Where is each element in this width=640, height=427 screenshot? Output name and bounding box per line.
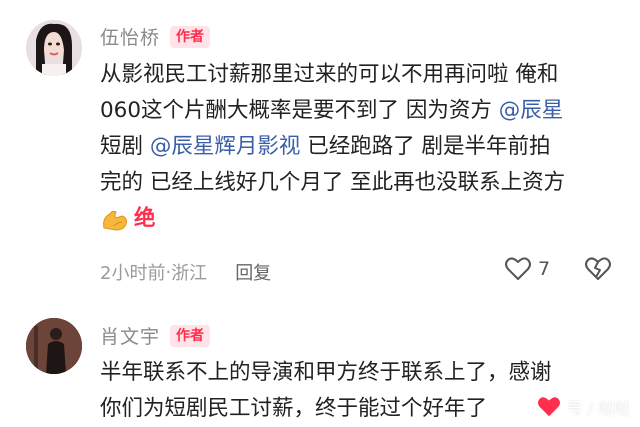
like-button[interactable]: 7 [504, 256, 550, 282]
avatar[interactable] [26, 20, 82, 76]
comment-line: 短剧 @辰星辉月影视 已经跑路了 剧是半年前拍 [100, 129, 620, 165]
like-count: 7 [538, 258, 551, 280]
comment-line-text: 060这个片酬大概率是要不到了 因为资方 [100, 98, 499, 123]
comment-line: 从影视民工讨薪那里过来的可以不用再问啦 俺和 [100, 62, 559, 87]
emoji-line: 绝 [100, 201, 620, 237]
location: 浙江 [171, 263, 208, 284]
strong-arm-emoji-icon [100, 206, 130, 232]
broken-heart-icon [584, 256, 612, 282]
dislike-button[interactable] [584, 256, 612, 286]
comment-header: 伍怡桥 作者 [100, 23, 211, 50]
mention-link[interactable]: @辰星 [499, 98, 564, 123]
comment-line: 半年联系不上的导演和甲方终于联系上了，感谢 [100, 360, 552, 385]
comment-line-text: 已经跑路了 剧是半年前拍 [300, 134, 551, 159]
avatar[interactable] [26, 318, 82, 374]
comment-line: 060这个片酬大概率是要不到了 因为资方 @辰星 [100, 93, 620, 129]
watermark-text: 号 / 哒哒 [566, 399, 630, 418]
timestamp: 2小时前 [100, 263, 166, 284]
comment-header: 肖文宇 作者 [100, 322, 211, 349]
comment-meta: 2小时前 · 浙江 回复 [100, 259, 271, 285]
comment-line-text: 短剧 [100, 134, 150, 159]
heart-outline-icon [504, 256, 532, 282]
comment-text: 从影视民工讨薪那里过来的可以不用再问啦 俺和 060这个片酬大概率是要不到了 因… [100, 57, 620, 237]
heart-logo-icon [536, 395, 562, 419]
username[interactable]: 肖文宇 [100, 322, 160, 349]
author-badge: 作者 [170, 25, 211, 48]
mention-link[interactable]: @辰星辉月影视 [150, 134, 301, 159]
reply-button[interactable]: 回复 [235, 259, 271, 285]
author-badge: 作者 [170, 324, 211, 347]
emphasis-word: 绝 [134, 206, 156, 231]
watermark: 号 / 哒哒 [536, 395, 630, 419]
username[interactable]: 伍怡桥 [100, 23, 160, 50]
comment-line: 完的 已经上线好几个月了 至此再也没联系上资方 [100, 170, 566, 195]
